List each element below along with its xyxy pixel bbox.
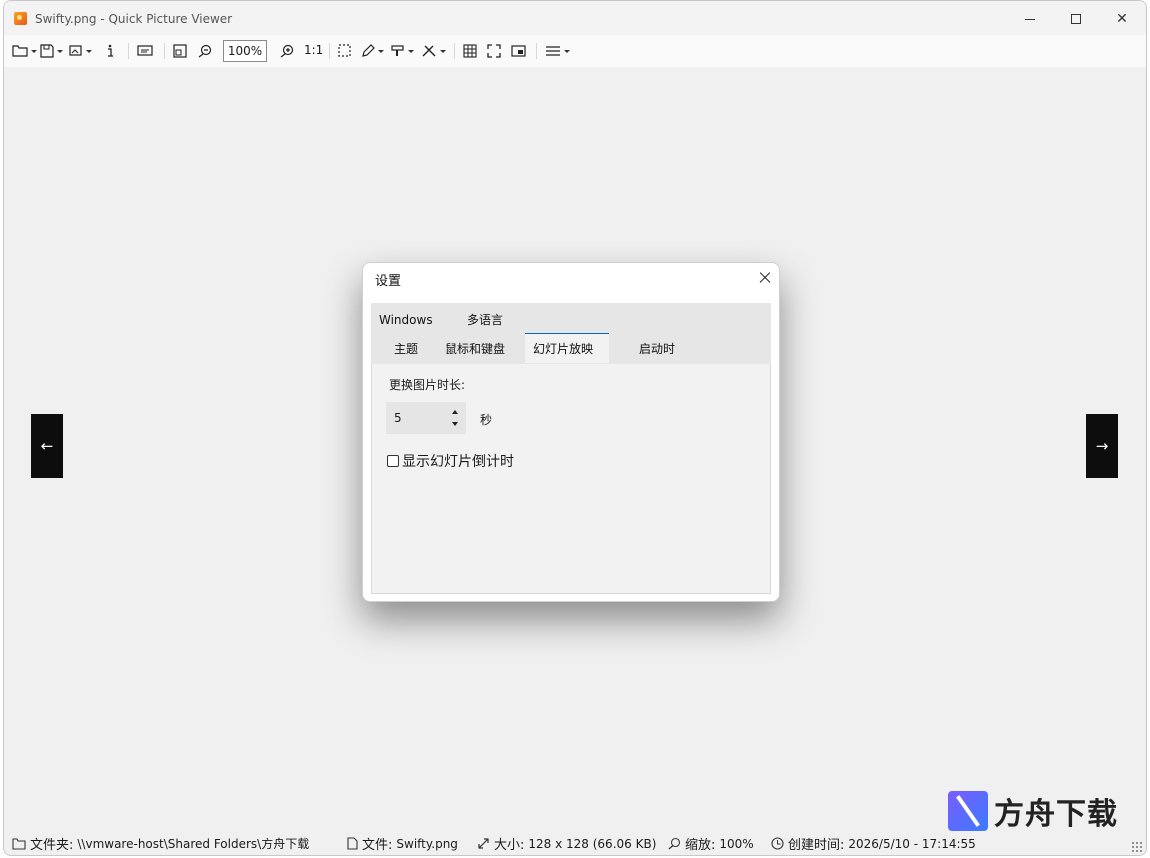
toolbar-separator bbox=[536, 43, 537, 59]
fullscreen-icon bbox=[487, 44, 501, 58]
select-icon bbox=[338, 44, 351, 57]
window-title: Swifty.png - Quick Picture Viewer bbox=[35, 12, 233, 26]
status-folder[interactable]: 文件夹: \\vmware-host\Shared Folders\方舟下载 bbox=[12, 834, 309, 853]
zoom-level: 100% bbox=[719, 836, 754, 851]
wallpaper-icon bbox=[69, 45, 82, 56]
created-label: 创建时间: bbox=[788, 838, 845, 853]
actual-size-button[interactable]: 1:1 bbox=[304, 43, 323, 57]
watermark: 方舟下载 bbox=[948, 789, 1126, 833]
fullscreen-button[interactable] bbox=[487, 42, 501, 60]
pen-icon bbox=[362, 44, 375, 57]
picture-in-picture-button[interactable] bbox=[511, 42, 527, 60]
maximize-icon bbox=[1071, 14, 1081, 24]
info-button[interactable] bbox=[105, 42, 115, 60]
maximize-button[interactable] bbox=[1056, 7, 1096, 31]
paint-button[interactable] bbox=[391, 42, 414, 60]
spin-down-icon[interactable] bbox=[452, 422, 458, 426]
next-image-button[interactable]: → bbox=[1086, 414, 1118, 478]
fit-icon bbox=[173, 44, 187, 58]
toolbar: 100% 1:1 bbox=[4, 35, 1146, 67]
info-icon bbox=[108, 44, 113, 57]
magnifier-icon bbox=[668, 837, 681, 850]
folder-label: 文件夹: bbox=[30, 838, 74, 853]
toolbar-separator bbox=[454, 43, 455, 59]
duration-value: 5 bbox=[394, 411, 402, 425]
dialog-title: 设置 bbox=[375, 274, 402, 289]
open-button[interactable] bbox=[12, 42, 37, 60]
status-file[interactable]: 文件: Swifty.png bbox=[347, 834, 458, 853]
menu-button[interactable] bbox=[545, 42, 570, 60]
duration-label: 更换图片时长: bbox=[389, 378, 466, 392]
fit-button[interactable] bbox=[173, 42, 187, 60]
zoom-out-icon bbox=[198, 44, 212, 58]
tab-language[interactable]: 多语言 bbox=[459, 306, 511, 334]
duration-spinbox[interactable]: 5 bbox=[386, 402, 466, 434]
tab-mouse-keyboard[interactable]: 鼠标和键盘 bbox=[437, 335, 513, 363]
status-created: 创建时间: 2026/5/10 - 17:14:55 bbox=[771, 834, 976, 853]
select-button[interactable] bbox=[338, 42, 352, 60]
settings-tabs: Windows 多语言 主题 鼠标和键盘 幻灯片放映 启动时 bbox=[371, 303, 771, 364]
watermark-text: 方舟下载 bbox=[994, 797, 1118, 832]
folder-path: \\vmware-host\Shared Folders\方舟下载 bbox=[77, 837, 310, 851]
resize-grip[interactable] bbox=[1131, 841, 1143, 853]
minimize-button[interactable] bbox=[1010, 7, 1050, 31]
wallpaper-button[interactable] bbox=[69, 42, 92, 60]
open-folder-icon bbox=[12, 45, 28, 57]
file-icon bbox=[347, 837, 358, 850]
grid-button[interactable] bbox=[463, 42, 477, 60]
slideshow-button[interactable] bbox=[137, 42, 153, 60]
close-icon: ✕ bbox=[1116, 11, 1128, 27]
tab-theme[interactable]: 主题 bbox=[386, 335, 426, 363]
countdown-checkbox-row[interactable]: 显示幻灯片倒计时 bbox=[387, 451, 514, 471]
zoom-out-button[interactable] bbox=[198, 42, 212, 60]
toolbar-separator bbox=[329, 43, 330, 59]
zoom-label: 缩放: bbox=[685, 838, 716, 853]
created-time: 2026/5/10 - 17:14:55 bbox=[848, 836, 976, 851]
countdown-checkbox-label: 显示幻灯片倒计时 bbox=[402, 454, 514, 470]
slideshow-icon bbox=[137, 45, 153, 56]
zoom-in-button[interactable] bbox=[280, 42, 294, 60]
tab-slideshow[interactable]: 幻灯片放映 bbox=[525, 333, 609, 363]
status-zoom: 缩放: 100% bbox=[668, 834, 754, 853]
zoom-in-icon bbox=[280, 44, 294, 58]
zoom-input[interactable]: 100% bbox=[223, 40, 267, 62]
tools-icon bbox=[422, 45, 436, 57]
close-window-button[interactable]: ✕ bbox=[1102, 7, 1142, 31]
spin-up-icon[interactable] bbox=[452, 410, 458, 414]
toolbar-separator bbox=[164, 43, 165, 59]
resize-icon bbox=[478, 838, 489, 849]
dialog-close-button[interactable] bbox=[755, 268, 775, 288]
folder-icon bbox=[12, 837, 26, 850]
settings-dialog: 设置 Windows 多语言 主题 鼠标和键盘 幻灯片放映 启动时 更换图片时长… bbox=[362, 262, 780, 602]
seconds-label: 秒 bbox=[480, 413, 493, 427]
tools-button[interactable] bbox=[421, 42, 446, 60]
previous-image-button[interactable]: ← bbox=[31, 414, 63, 478]
status-size: 大小: 128 x 128 (66.06 KB) bbox=[477, 834, 656, 853]
pen-button[interactable] bbox=[361, 42, 384, 60]
arrow-right-icon: → bbox=[1095, 437, 1109, 455]
countdown-checkbox[interactable] bbox=[387, 455, 399, 467]
tab-windows[interactable]: Windows bbox=[371, 306, 441, 334]
image-size: 128 x 128 (66.06 KB) bbox=[528, 836, 657, 851]
file-label: 文件: bbox=[362, 838, 393, 853]
save-icon bbox=[40, 44, 54, 58]
size-label: 大小: bbox=[494, 838, 525, 853]
slideshow-panel: 更换图片时长: 5 秒 显示幻灯片倒计时 bbox=[371, 364, 771, 594]
arrow-left-icon: ← bbox=[40, 437, 54, 455]
save-button[interactable] bbox=[40, 42, 63, 60]
grid-icon bbox=[463, 44, 477, 58]
app-icon bbox=[14, 12, 27, 25]
title-bar: Swifty.png - Quick Picture Viewer ✕ bbox=[4, 1, 1146, 35]
menu-icon bbox=[546, 46, 560, 56]
file-name: Swifty.png bbox=[396, 836, 458, 851]
clock-icon bbox=[771, 837, 784, 850]
tab-startup[interactable]: 启动时 bbox=[631, 335, 683, 363]
toolbar-separator bbox=[128, 43, 129, 59]
picture-in-picture-icon bbox=[511, 45, 526, 57]
watermark-logo-icon bbox=[948, 791, 988, 831]
minimize-icon bbox=[1025, 18, 1035, 20]
paint-icon bbox=[391, 45, 404, 56]
